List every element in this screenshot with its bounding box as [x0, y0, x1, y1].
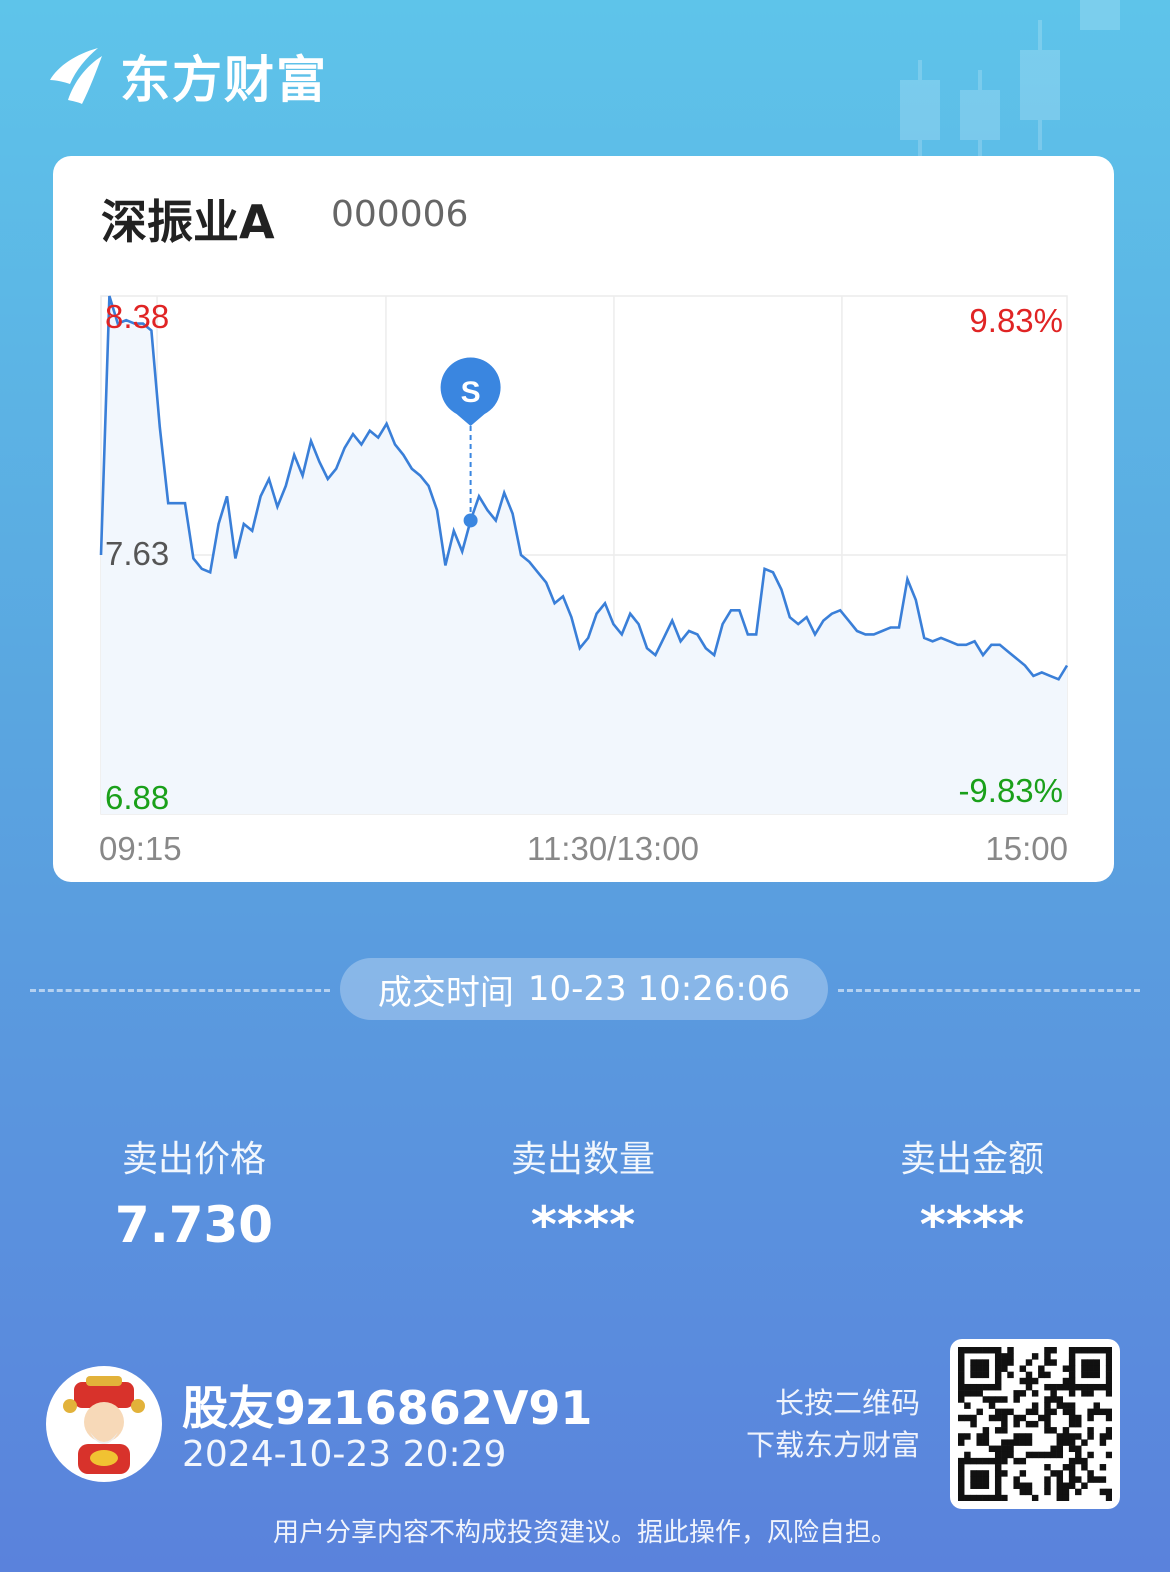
user-avatar[interactable] — [46, 1366, 162, 1482]
stat-label: 卖出数量 — [510, 1139, 655, 1180]
intraday-chart[interactable]: S 8.38 7.63 6.88 9.83% -9.83% 09:15 11:3… — [53, 156, 1114, 882]
trade-time-pill: 成交时间 10-23 10:26:06 — [340, 958, 828, 1020]
x-label-midday: 11:30/13:00 — [527, 830, 699, 867]
brand-logo: 东方财富 — [46, 44, 328, 109]
x-label-close: 15:00 — [985, 830, 1068, 867]
qr-hint-line1: 长按二维码 — [774, 1386, 920, 1420]
share-timestamp: 2024-10-23 20:29 — [182, 1434, 507, 1475]
sell-marker[interactable]: S — [440, 357, 501, 528]
trade-time-label: 成交时间 — [377, 972, 514, 1013]
user-name: 股友9z16862V91 — [182, 1381, 593, 1435]
stat-value: 7.730 — [114, 1196, 274, 1254]
trade-time-divider: 成交时间 10-23 10:26:06 — [30, 958, 1140, 1022]
pct-label-low: -9.83% — [958, 772, 1063, 809]
stat-sell-price: 卖出价格 7.730 — [44, 1130, 344, 1254]
qr-hint-line2: 下载东方财富 — [745, 1428, 920, 1462]
qr-code-icon — [958, 1347, 1113, 1502]
qr-code[interactable] — [950, 1339, 1120, 1509]
trade-time-value: 10-23 10:26:06 — [527, 969, 791, 1009]
stat-label: 卖出金额 — [899, 1139, 1044, 1180]
stat-value: **** — [530, 1196, 636, 1254]
stock-chart-card[interactable]: 深振业A 000006 S 8.38 7.63 6.88 9.83% -9.83… — [53, 156, 1114, 882]
dashed-divider-right — [838, 989, 1140, 992]
y-label-low: 6.88 — [105, 779, 169, 816]
pct-label-high: 9.83% — [969, 302, 1063, 339]
qr-hint: 长按二维码 下载东方财富 — [720, 1382, 920, 1466]
stat-label: 卖出价格 — [121, 1139, 266, 1180]
stat-value: **** — [919, 1196, 1025, 1254]
x-label-open: 09:15 — [99, 830, 182, 867]
avatar-icon — [63, 1376, 145, 1474]
disclaimer: 用户分享内容不构成投资建议。据此操作，风险自担。 — [272, 1518, 897, 1548]
dashed-divider-left — [30, 989, 330, 992]
brand-name: 东方财富 — [120, 51, 328, 109]
stat-sell-quantity: 卖出数量 **** — [433, 1130, 733, 1254]
sell-marker-dot — [463, 513, 478, 528]
stat-sell-amount: 卖出金额 **** — [822, 1130, 1122, 1254]
y-label-high: 8.38 — [105, 298, 169, 335]
eastmoney-logo-icon — [50, 48, 102, 104]
sell-marker-label: S — [461, 376, 481, 409]
y-label-prev-close: 7.63 — [105, 535, 169, 572]
